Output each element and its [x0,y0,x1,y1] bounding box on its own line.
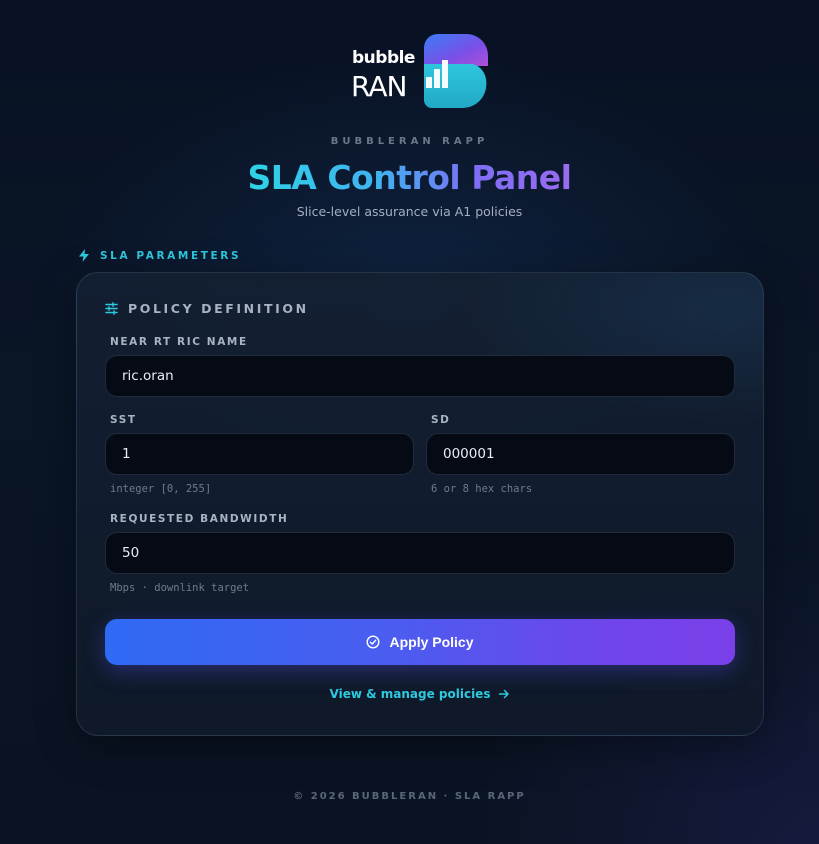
page-subtitle: Slice-level assurance via A1 policies [296,204,523,219]
sd-input[interactable] [426,433,735,475]
section-label: SLA PARAMETERS [78,249,241,262]
logo-blob-icon [424,34,488,108]
sliders-icon [105,302,118,315]
ric-name-label: NEAR RT RIC NAME [110,336,248,348]
logo-word-ran: RAN [351,70,407,103]
apply-policy-button[interactable]: Apply Policy [105,619,735,665]
check-circle-icon [366,635,380,649]
bandwidth-label: REQUESTED BANDWIDTH [110,513,289,525]
footer-copyright: © 2026 BUBBLERAN · SLA RAPP [293,791,526,802]
apply-policy-label: Apply Policy [389,634,474,650]
sst-hint: integer [0, 255] [110,483,212,495]
manage-policies-link[interactable]: View & manage policies [77,687,763,701]
sst-label: SST [110,414,137,426]
bubbleran-logo: bubble RAN [350,34,490,110]
arrow-right-icon [499,689,510,699]
page-title: SLA Control Panel [0,156,819,200]
logo-word-bubble: bubble [352,48,415,68]
ric-name-input[interactable] [105,355,735,397]
sd-hint: 6 or 8 hex chars [431,483,533,495]
lightning-icon [79,249,89,262]
bandwidth-input[interactable] [105,532,735,574]
policy-card: POLICY DEFINITION NEAR RT RIC NAME SST i… [76,272,764,736]
page-title-text: SLA Control Panel [247,158,572,197]
card-header: POLICY DEFINITION [105,301,309,316]
app-eyebrow: BUBBLERAN RAPP [330,136,489,147]
card-title: POLICY DEFINITION [128,301,309,316]
section-label-text: SLA PARAMETERS [100,249,242,262]
sst-input[interactable] [105,433,414,475]
bandwidth-hint: Mbps · downlink target [110,582,250,594]
sd-label: SD [431,414,451,426]
manage-policies-label: View & manage policies [329,687,491,701]
